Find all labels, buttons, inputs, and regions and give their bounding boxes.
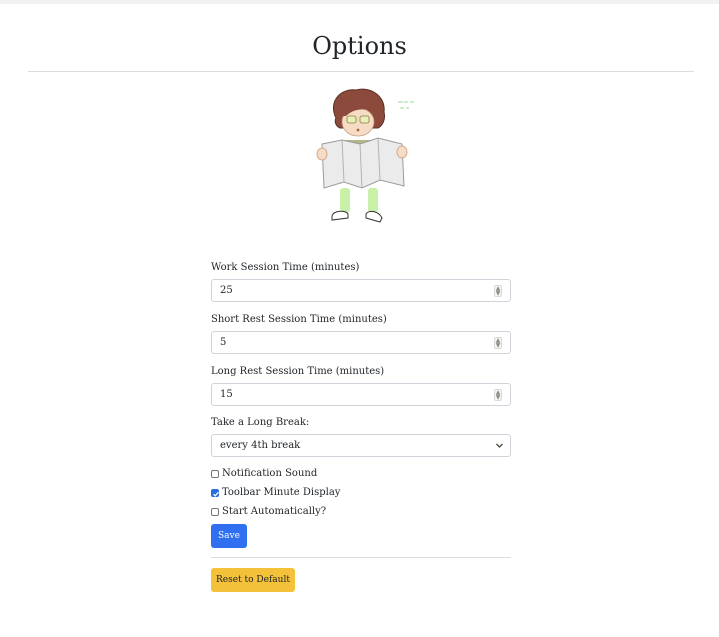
work-time-input[interactable]: 25 ▲ ▼ bbox=[211, 279, 511, 302]
long-break-select[interactable]: every 4th break bbox=[211, 434, 511, 457]
short-rest-value: 5 bbox=[220, 337, 227, 348]
work-time-value: 25 bbox=[220, 285, 233, 296]
page-title: Options bbox=[312, 32, 407, 60]
short-rest-label: Short Rest Session Time (minutes) bbox=[211, 314, 387, 325]
map-reader-illustration bbox=[316, 88, 414, 223]
title-divider bbox=[28, 71, 694, 72]
notification-sound-option[interactable]: Notification Sound bbox=[211, 468, 317, 479]
chevron-down-icon bbox=[496, 443, 503, 448]
start-automatically-checkbox[interactable] bbox=[211, 507, 219, 516]
work-time-label: Work Session Time (minutes) bbox=[211, 262, 360, 273]
number-spinner-icon[interactable]: ▲ ▼ bbox=[494, 389, 502, 401]
start-automatically-label: Start Automatically? bbox=[222, 506, 327, 517]
long-break-label: Take a Long Break: bbox=[211, 417, 310, 428]
doodle-notes bbox=[398, 101, 414, 109]
long-rest-label: Long Rest Session Time (minutes) bbox=[211, 366, 385, 377]
checkmark-icon bbox=[213, 491, 219, 497]
form-divider bbox=[211, 557, 511, 558]
notification-sound-checkbox[interactable] bbox=[211, 469, 219, 478]
toolbar-minute-display-option[interactable]: Toolbar Minute Display bbox=[211, 487, 340, 498]
long-rest-input[interactable]: 15 ▲ ▼ bbox=[211, 383, 511, 406]
reset-to-default-button[interactable]: Reset to Default bbox=[211, 568, 295, 592]
notification-sound-label: Notification Sound bbox=[222, 468, 318, 479]
toolbar-minute-display-checkbox[interactable] bbox=[211, 488, 219, 497]
top-strip bbox=[0, 0, 719, 4]
long-break-selected: every 4th break bbox=[220, 440, 301, 451]
short-rest-input[interactable]: 5 ▲ ▼ bbox=[211, 331, 511, 354]
number-spinner-icon[interactable]: ▲ ▼ bbox=[494, 285, 502, 297]
number-spinner-icon[interactable]: ▲ ▼ bbox=[494, 337, 502, 349]
long-rest-value: 15 bbox=[220, 389, 233, 400]
save-button[interactable]: Save bbox=[211, 524, 247, 548]
toolbar-minute-display-label: Toolbar Minute Display bbox=[222, 487, 341, 498]
start-automatically-option[interactable]: Start Automatically? bbox=[211, 506, 326, 517]
